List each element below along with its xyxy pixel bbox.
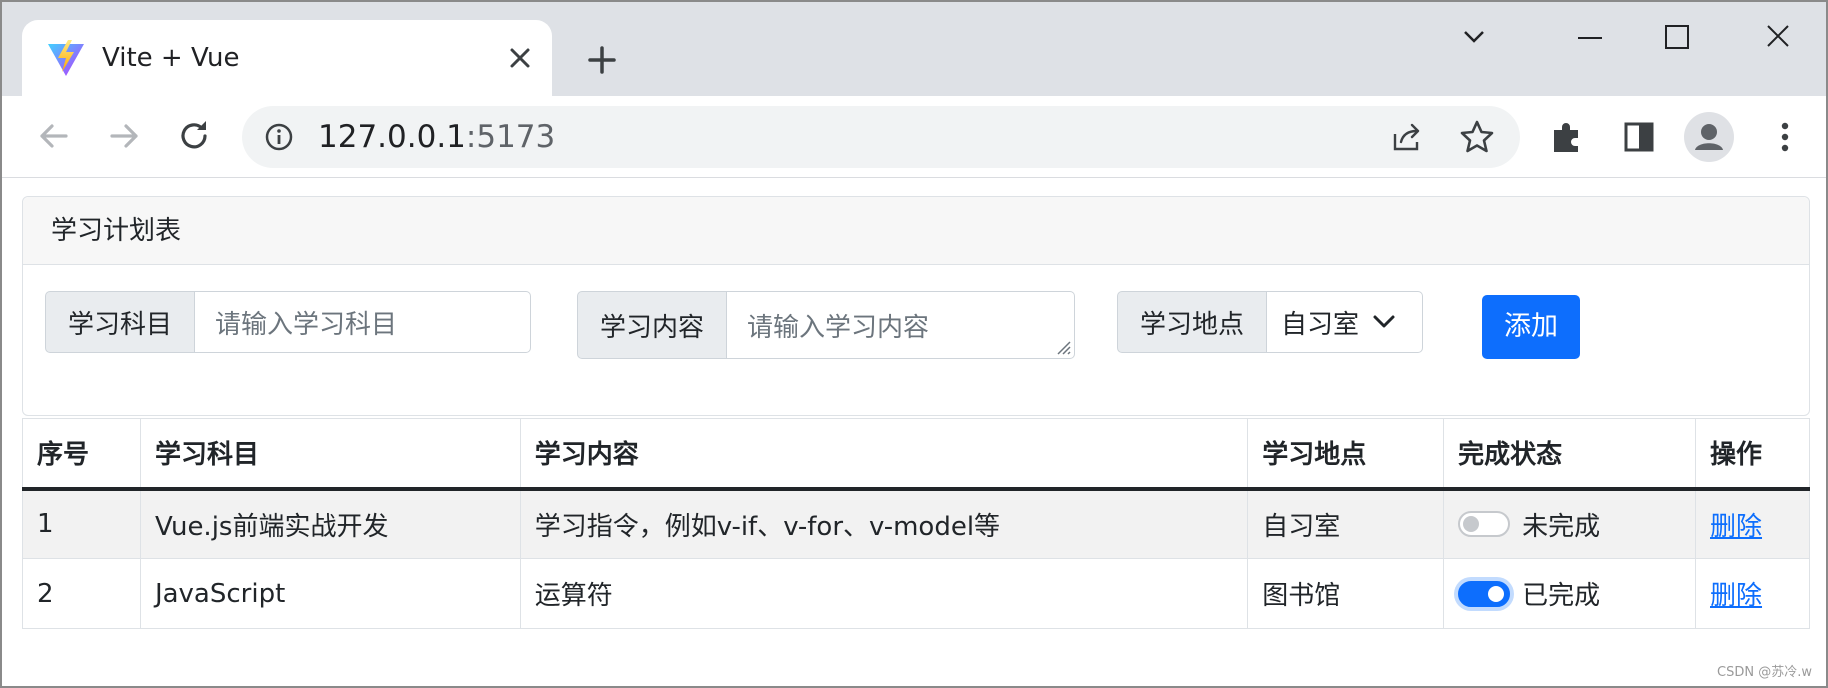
vite-logo-icon [48,40,84,76]
back-arrow-icon[interactable] [32,114,76,158]
forward-arrow-icon[interactable] [102,114,146,158]
browser-window: Vite + Vue 127.0.0.1:5173 学习计划表 学习科目 请输入… [0,0,1828,688]
browser-toolbar: 127.0.0.1:5173 [2,96,1826,178]
subject-input-group: 学习科目 请输入学习科目 [45,291,531,353]
minimize-icon[interactable] [1560,16,1620,60]
close-icon[interactable] [502,40,538,76]
url-port: :5173 [465,119,556,155]
tab-strip: Vite + Vue [2,2,1826,96]
row-content: 运算符 [519,558,1249,629]
row-index: 1 [22,488,141,559]
address-bar[interactable]: 127.0.0.1:5173 [242,106,1520,168]
add-button[interactable]: 添加 [1482,295,1580,359]
subject-label: 学习科目 [45,291,195,353]
row-action: 删除 [1695,488,1810,559]
row-place: 图书馆 [1247,558,1445,629]
chevron-down-icon [1373,315,1395,328]
content-placeholder: 请输入学习内容 [747,312,930,343]
row-content: 学习指令，例如v-if、v-for、v-model等 [519,488,1249,559]
place-label: 学习地点 [1117,291,1267,353]
reload-icon[interactable] [172,114,216,158]
row-index: 2 [22,558,141,629]
table-row: 2 JavaScript 运算符 图书馆 已完成 删除 [22,558,1810,629]
row-action: 删除 [1695,558,1810,629]
subject-input[interactable]: 请输入学习科目 [195,291,531,353]
share-icon[interactable] [1390,120,1424,154]
column-header: 完成状态 [1443,418,1696,491]
star-icon[interactable] [1458,118,1496,156]
status-toggle[interactable] [1458,511,1511,538]
row-status: 已完成 [1443,558,1696,629]
plus-icon[interactable] [580,38,624,82]
page-content: 学习计划表 学习科目 请输入学习科目 学习内容 请输入学习内容 学习地点 自习室 [2,178,1826,686]
content-textarea[interactable]: 请输入学习内容 [727,291,1075,359]
card-title: 学习计划表 [23,197,1809,265]
row-subject: JavaScript [139,558,521,629]
column-header: 学习科目 [139,418,521,491]
column-header: 学习内容 [519,418,1249,491]
table-header-row: 序号 学习科目 学习内容 学习地点 完成状态 操作 [22,418,1810,491]
delete-link[interactable]: 删除 [1710,512,1762,542]
place-input-group: 学习地点 自习室 [1117,291,1423,353]
place-select[interactable]: 自习室 [1267,291,1423,353]
plan-table: 序号 学习科目 学习内容 学习地点 完成状态 操作 1 Vue.js前端实战开发… [22,418,1810,629]
url-host: 127.0.0.1 [318,119,466,155]
close-icon[interactable] [1748,16,1808,60]
extensions-icon[interactable] [1544,114,1590,160]
content-input-group: 学习内容 请输入学习内容 [577,291,1075,359]
url-text[interactable]: 127.0.0.1:5173 [318,118,555,156]
table-row: 1 Vue.js前端实战开发 学习指令，例如v-if、v-for、v-model… [22,488,1810,559]
maximize-icon[interactable] [1646,16,1706,60]
resize-handle-icon[interactable] [1054,338,1072,356]
chevron-down-icon[interactable] [1444,16,1504,60]
subject-placeholder: 请输入学习科目 [215,309,398,340]
status-toggle[interactable] [1458,580,1511,607]
tab-title: Vite + Vue [102,43,240,73]
tab-active[interactable]: Vite + Vue [22,20,552,96]
row-subject: Vue.js前端实战开发 [139,488,521,559]
place-selected-value: 自习室 [1281,309,1360,340]
toggle-knob [1463,516,1480,533]
content-label: 学习内容 [577,291,727,359]
status-label: 未完成 [1522,511,1601,542]
watermark: CSDN @苏冷.w [1717,665,1812,680]
kebab-menu-icon[interactable] [1762,114,1808,160]
column-header: 序号 [22,418,141,491]
column-header: 操作 [1695,418,1810,491]
info-icon[interactable] [264,122,294,152]
plan-form-card: 学习计划表 学习科目 请输入学习科目 学习内容 请输入学习内容 学习地点 自习室 [22,196,1810,416]
row-status: 未完成 [1443,488,1696,559]
row-place: 自习室 [1247,488,1445,559]
side-panel-icon[interactable] [1616,114,1662,160]
profile-icon[interactable] [1684,112,1734,162]
status-label: 已完成 [1522,581,1601,611]
delete-link[interactable]: 删除 [1710,581,1762,611]
toggle-knob [1488,585,1505,602]
column-header: 学习地点 [1247,418,1445,491]
